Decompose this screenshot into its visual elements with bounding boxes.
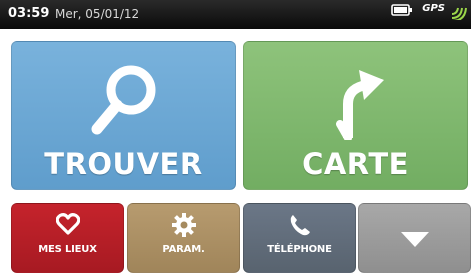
gps-signal-icon	[451, 7, 467, 20]
mes-lieux-label: MES LIEUX	[38, 244, 97, 255]
carte-label: CARTE	[302, 147, 409, 181]
telephone-label: TÉLÉPHONE	[267, 244, 332, 255]
heart-icon	[55, 213, 80, 235]
status-time: 03:59	[8, 6, 50, 21]
carte-button[interactable]: CARTE	[243, 41, 468, 190]
status-date: Mer, 05/01/12	[55, 7, 140, 21]
mes-lieux-button[interactable]: MES LIEUX	[11, 203, 124, 273]
phone-icon	[290, 215, 310, 236]
trouver-button[interactable]: TROUVER	[11, 41, 236, 190]
trouver-label: TROUVER	[44, 147, 203, 181]
gear-icon	[171, 213, 196, 237]
search-icon	[91, 65, 155, 135]
param-label: PARAM.	[162, 244, 205, 255]
more-button[interactable]	[358, 203, 471, 273]
telephone-button[interactable]: TÉLÉPHONE	[243, 203, 356, 273]
battery-icon	[391, 4, 412, 16]
turn-right-arrow-icon	[335, 70, 384, 140]
gps-label: GPS	[422, 3, 445, 14]
chevron-down-icon	[400, 232, 429, 247]
status-bar: 03:59 Mer, 05/01/12 GPS	[0, 0, 471, 29]
param-button[interactable]: PARAM.	[127, 203, 240, 273]
